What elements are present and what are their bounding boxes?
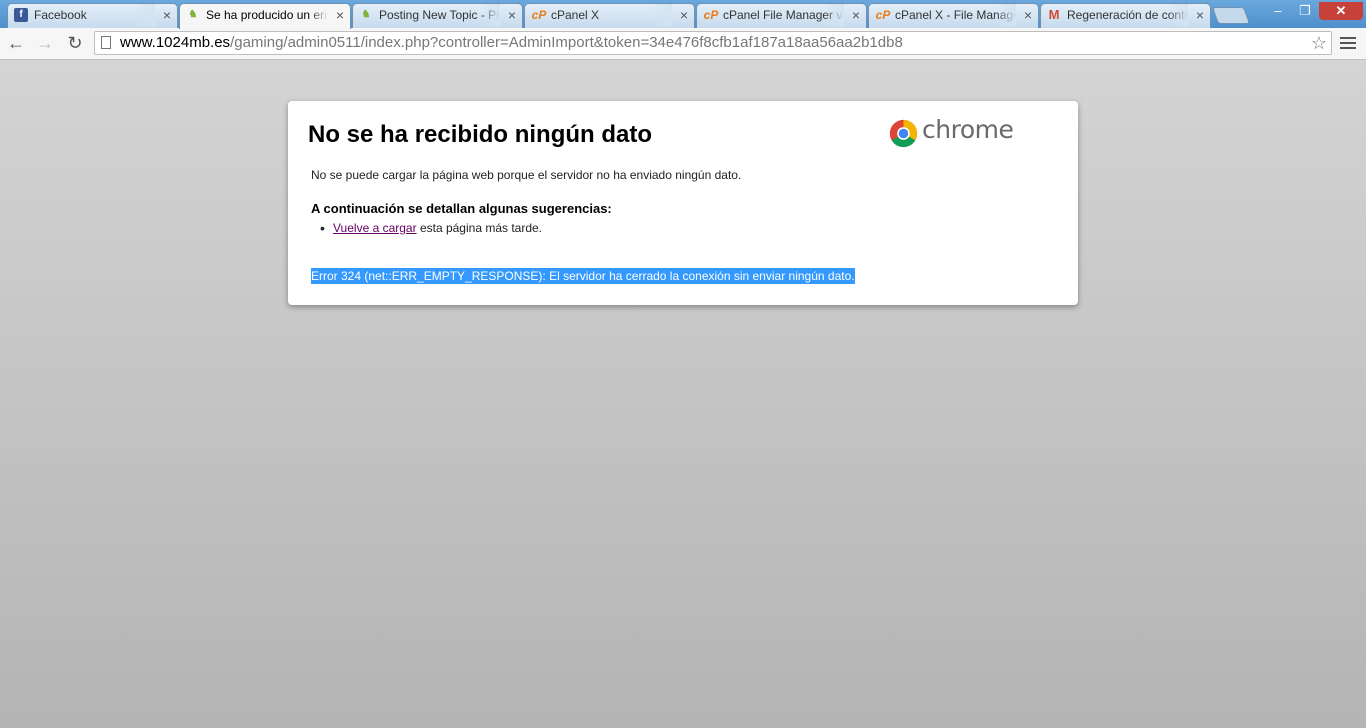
url-host: www.1024mb.es — [120, 34, 231, 51]
close-icon[interactable]: × — [508, 4, 516, 26]
close-icon[interactable]: × — [163, 4, 171, 26]
minimize-button[interactable]: – — [1265, 2, 1291, 20]
prestashop-icon: ♞ — [188, 9, 198, 20]
window-close-button[interactable]: ✕ — [1319, 2, 1363, 20]
suggestions-list: Vuelve a cargar esta página más tarde. — [320, 220, 543, 236]
maximize-button[interactable]: ❐ — [1292, 2, 1318, 20]
forward-arrow-icon[interactable]: → — [34, 32, 56, 54]
page-icon — [101, 36, 111, 49]
address-bar[interactable]: www.1024mb.es/gaming/admin0511/index.php… — [94, 31, 1332, 55]
tab-cpanel-file-manager[interactable]: cP cPanel X - File Manager × — [868, 3, 1039, 28]
error-panel: No se ha recibido ningún dato chrome No … — [288, 101, 1078, 305]
browser-toolbar: ← → ↻ www.1024mb.es/gaming/admin0511/ind… — [0, 28, 1366, 60]
reload-link[interactable]: Vuelve a cargar — [333, 221, 417, 235]
new-tab-button[interactable] — [1211, 7, 1251, 24]
close-icon[interactable]: × — [336, 4, 344, 26]
error-summary: No se puede cargar la página web porque … — [311, 168, 742, 182]
tab-label: cPanel File Manager v3 — [723, 4, 844, 26]
list-item: Vuelve a cargar esta página más tarde. — [320, 220, 543, 236]
gmail-icon: M — [1048, 7, 1060, 22]
tab-cpanel-x[interactable]: cP cPanel X × — [524, 3, 695, 28]
cpanel-icon: cP — [703, 8, 719, 22]
prestashop-icon: ♞ — [361, 9, 371, 20]
close-icon[interactable]: × — [1024, 4, 1032, 26]
chrome-logo-icon — [889, 119, 918, 148]
cpanel-icon: cP — [531, 8, 547, 22]
facebook-icon: f — [14, 8, 28, 22]
tab-strip: f Facebook × ♞ Se ha producido un error … — [0, 0, 1366, 29]
tab-label: Facebook — [34, 4, 155, 26]
close-icon[interactable]: × — [1196, 4, 1204, 26]
bookmark-star-icon[interactable]: ☆ — [1311, 32, 1327, 54]
close-icon[interactable]: × — [680, 4, 688, 26]
tab-cpanel-file-manager-v3[interactable]: cP cPanel File Manager v3 × — [696, 3, 867, 28]
tab-label: Posting New Topic - PrestaShop — [379, 4, 500, 26]
menu-hamburger-icon[interactable] — [1340, 34, 1356, 52]
tab-label: cPanel X — [551, 4, 672, 26]
reload-icon[interactable]: ↻ — [64, 32, 86, 54]
back-arrow-icon[interactable]: ← — [5, 32, 27, 54]
tab-label: Regeneración de contraseña — [1067, 4, 1188, 26]
reload-suffix-text: esta página más tarde. — [416, 221, 543, 235]
url-text[interactable]: www.1024mb.es/gaming/admin0511/index.php… — [120, 34, 903, 52]
chrome-wordmark: chrome — [922, 115, 1014, 144]
page-content: No se ha recibido ningún dato chrome No … — [0, 60, 1366, 728]
url-path: /gaming/admin0511/index.php?controller=A… — [230, 34, 903, 51]
close-icon[interactable]: × — [852, 4, 860, 26]
tab-posting-new-topic[interactable]: ♞ Posting New Topic - PrestaShop × — [352, 3, 523, 28]
cpanel-icon: cP — [875, 8, 891, 22]
tab-gmail-regeneracion[interactable]: M Regeneración de contraseña × — [1040, 3, 1211, 28]
tab-label: Se ha producido un error — [206, 4, 328, 26]
tab-label: cPanel X - File Manager — [895, 4, 1016, 26]
tab-error-page[interactable]: ♞ Se ha producido un error × — [179, 3, 351, 29]
error-title: No se ha recibido ningún dato — [308, 121, 653, 148]
error-code-detail: Error 324 (net::ERR_EMPTY_RESPONSE): El … — [311, 268, 855, 284]
suggestions-heading: A continuación se detallan algunas suger… — [311, 201, 612, 216]
tab-facebook[interactable]: f Facebook × — [7, 3, 178, 28]
